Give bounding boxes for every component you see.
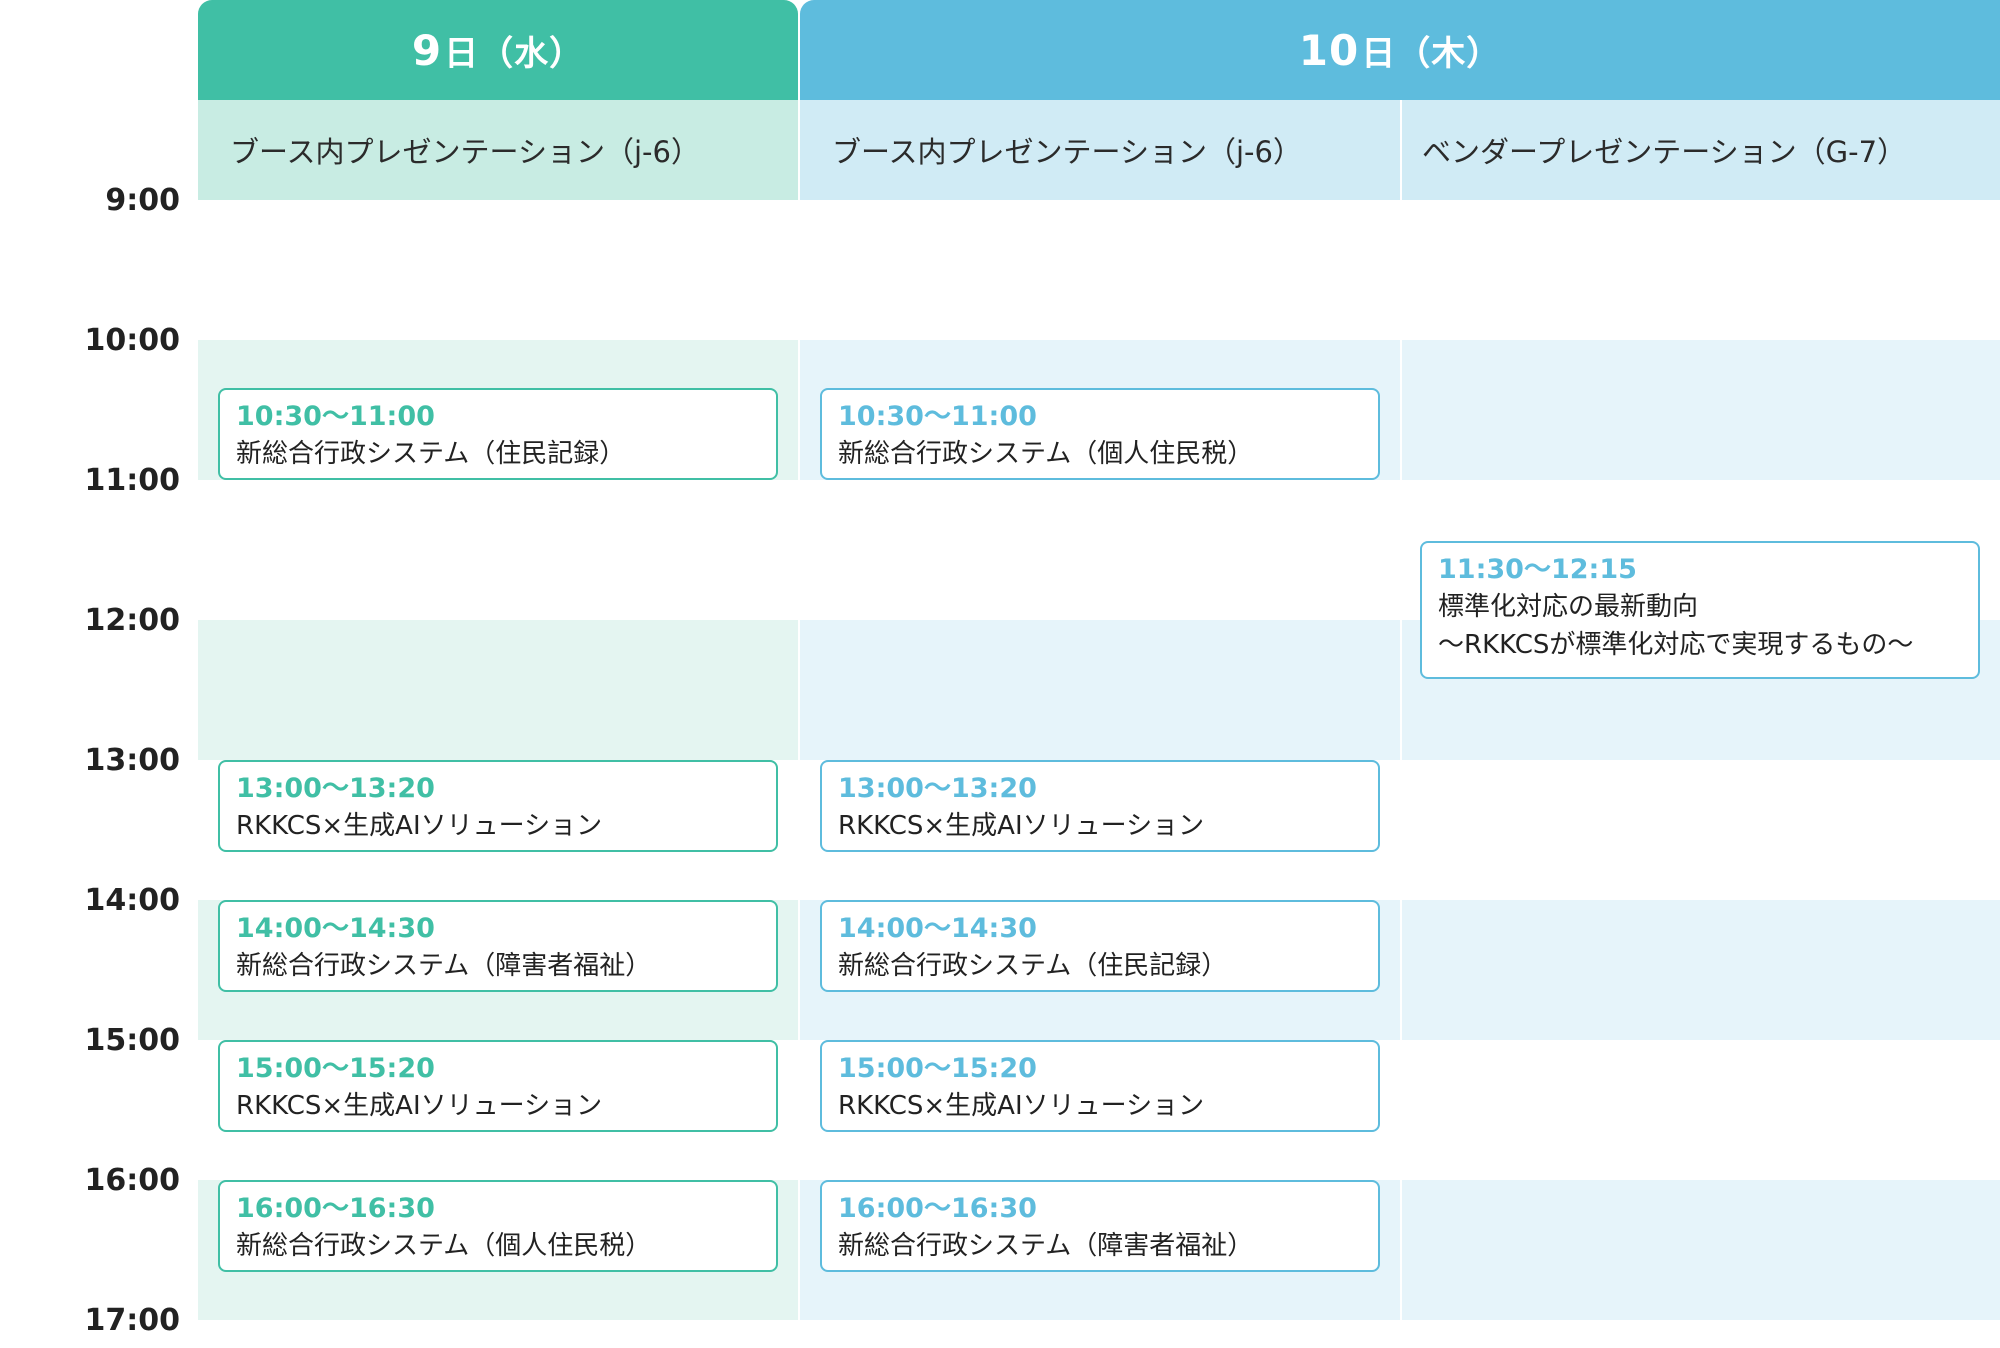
session-card[interactable]: 13:00〜13:20 RKKCS×生成AIソリューション [218, 760, 778, 852]
session-card[interactable]: 10:30〜11:00 新総合行政システム（個人住民税） [820, 388, 1380, 480]
session-card[interactable]: 10:30〜11:00 新総合行政システム（住民記録） [218, 388, 778, 480]
session-card[interactable]: 16:00〜16:30 新総合行政システム（障害者福祉） [820, 1180, 1380, 1272]
session-time: 15:00〜15:20 [838, 1053, 1037, 1084]
column-header-booth-10: ブース内プレゼンテーション（j-6） [800, 100, 1400, 200]
session-card[interactable]: 13:00〜13:20 RKKCS×生成AIソリューション [820, 760, 1380, 852]
time-label-15: 15:00 [84, 1023, 181, 1058]
time-label-11: 11:00 [84, 463, 181, 498]
session-time: 14:00〜14:30 [236, 913, 435, 944]
time-label-16: 16:00 [84, 1163, 181, 1198]
session-title: RKKCS×生成AIソリューション [236, 811, 603, 841]
session-title: RKKCS×生成AIソリューション [838, 1091, 1205, 1121]
session-card[interactable]: 16:00〜16:30 新総合行政システム（個人住民税） [218, 1180, 778, 1272]
column-divider [1400, 100, 1402, 1320]
session-title: 新総合行政システム（障害者福祉） [838, 1231, 1254, 1261]
session-time: 13:00〜13:20 [838, 773, 1037, 804]
session-time: 16:00〜16:30 [236, 1193, 435, 1224]
day-suffix: 日（水） [444, 33, 585, 74]
time-label-17: 17:00 [84, 1303, 181, 1338]
day-number: 9 [411, 25, 443, 75]
session-title: 新総合行政システム（個人住民税） [236, 1231, 652, 1261]
session-title: 新総合行政システム（個人住民税） [838, 439, 1254, 469]
session-title: 新総合行政システム（障害者福祉） [236, 951, 652, 981]
session-title: RKKCS×生成AIソリューション [236, 1091, 603, 1121]
time-label-10: 10:00 [84, 323, 181, 358]
session-card[interactable]: 15:00〜15:20 RKKCS×生成AIソリューション [218, 1040, 778, 1132]
column-header-vendor-10: ベンダープレゼンテーション（G-7） [1402, 100, 2000, 200]
session-title: 新総合行政システム（住民記録） [838, 951, 1228, 981]
session-card[interactable]: 15:00〜15:20 RKKCS×生成AIソリューション [820, 1040, 1380, 1132]
day-number: 10 [1298, 25, 1360, 75]
session-card[interactable]: 14:00〜14:30 新総合行政システム（住民記録） [820, 900, 1380, 992]
session-time: 16:00〜16:30 [838, 1193, 1037, 1224]
day-header-10: 10 日（木） [800, 0, 2000, 100]
time-label-9: 9:00 [105, 183, 180, 218]
session-title: RKKCS×生成AIソリューション [838, 811, 1205, 841]
session-time: 15:00〜15:20 [236, 1053, 435, 1084]
column-header-booth-9: ブース内プレゼンテーション（j-6） [198, 100, 798, 200]
column-divider [798, 200, 800, 1320]
session-card[interactable]: 11:30〜12:15 標準化対応の最新動向 〜RKKCSが標準化対応で実現する… [1420, 541, 1980, 679]
session-title: 新総合行政システム（住民記録） [236, 439, 626, 469]
time-label-14: 14:00 [84, 883, 181, 918]
session-time: 11:30〜12:15 [1438, 554, 1637, 585]
day-suffix: 日（木） [1361, 33, 1502, 74]
session-subtitle: 〜RKKCSが標準化対応で実現するもの〜 [1438, 630, 1914, 660]
session-time: 14:00〜14:30 [838, 913, 1037, 944]
session-title: 標準化対応の最新動向 [1438, 592, 1699, 622]
day-header-9: 9 日（水） [198, 0, 798, 100]
time-label-13: 13:00 [84, 743, 181, 778]
session-time: 13:00〜13:20 [236, 773, 435, 804]
session-time: 10:30〜11:00 [838, 401, 1037, 432]
session-time: 10:30〜11:00 [236, 401, 435, 432]
time-label-12: 12:00 [84, 603, 181, 638]
session-card[interactable]: 14:00〜14:30 新総合行政システム（障害者福祉） [218, 900, 778, 992]
